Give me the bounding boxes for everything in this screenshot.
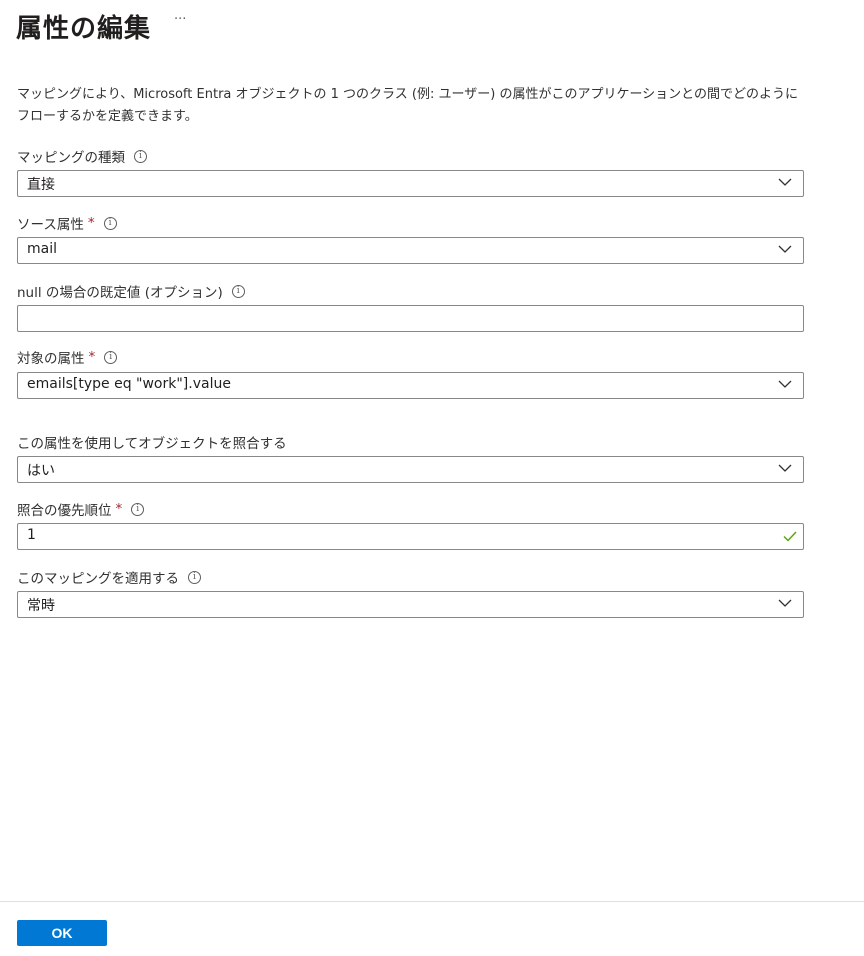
- target-attribute-dropdown[interactable]: emails[type eq "work"].value: [17, 372, 804, 399]
- target-attribute-value: emails[type eq "work"].value: [27, 376, 231, 392]
- checkmark-icon: [783, 531, 797, 542]
- mapping-type-label: マッピングの種類 i: [17, 146, 147, 166]
- footer-divider: [0, 901, 864, 902]
- chevron-down-icon: [778, 599, 792, 607]
- info-icon[interactable]: i: [231, 284, 245, 298]
- match-priority-input[interactable]: 1: [17, 523, 804, 550]
- chevron-down-icon: [778, 380, 792, 388]
- ok-button[interactable]: OK: [17, 920, 107, 946]
- required-marker: *: [87, 215, 95, 231]
- required-marker: *: [88, 349, 96, 365]
- source-attribute-value: mail: [27, 241, 57, 257]
- required-marker: *: [115, 501, 123, 517]
- mapping-type-label-text: マッピングの種類: [17, 150, 125, 166]
- apply-mapping-label-text: このマッピングを適用する: [17, 571, 179, 587]
- apply-mapping-value: 常時: [27, 598, 55, 614]
- chevron-down-icon: [778, 178, 792, 186]
- page-title: 属性の編集: [16, 14, 152, 44]
- info-icon[interactable]: i: [104, 350, 118, 364]
- apply-mapping-dropdown[interactable]: 常時: [17, 591, 804, 618]
- mapping-type-dropdown[interactable]: 直接: [17, 170, 804, 197]
- description-text: マッピングにより、Microsoft Entra オブジェクトの 1 つのクラス…: [17, 87, 799, 124]
- match-priority-label-text: 照合の優先順位: [17, 503, 112, 519]
- source-attribute-dropdown[interactable]: mail: [17, 237, 804, 264]
- info-icon[interactable]: i: [103, 216, 117, 230]
- match-priority-label: 照合の優先順位 * i: [17, 499, 145, 519]
- match-objects-dropdown[interactable]: はい: [17, 456, 804, 483]
- match-objects-label: この属性を使用してオブジェクトを照合する: [17, 432, 287, 452]
- chevron-down-icon: [778, 245, 792, 253]
- match-objects-label-text: この属性を使用してオブジェクトを照合する: [17, 436, 287, 452]
- chevron-down-icon: [778, 464, 792, 472]
- apply-mapping-label: このマッピングを適用する i: [17, 567, 201, 587]
- mapping-type-value: 直接: [27, 177, 55, 193]
- default-value-label-text: null の場合の既定値 (オプション): [17, 285, 223, 301]
- default-value-input[interactable]: [17, 305, 804, 332]
- source-attribute-label: ソース属性 * i: [17, 213, 117, 233]
- more-options-button[interactable]: ···: [174, 12, 186, 27]
- default-value-label: null の場合の既定値 (オプション) i: [17, 281, 245, 301]
- info-icon[interactable]: i: [134, 149, 147, 163]
- info-icon[interactable]: i: [131, 502, 145, 516]
- target-attribute-label: 対象の属性 * i: [17, 347, 118, 367]
- source-attribute-label-text: ソース属性: [17, 217, 84, 233]
- target-attribute-label-text: 対象の属性: [17, 351, 85, 367]
- match-objects-value: はい: [27, 463, 55, 479]
- match-priority-value: 1: [27, 527, 36, 543]
- info-icon[interactable]: i: [188, 570, 201, 584]
